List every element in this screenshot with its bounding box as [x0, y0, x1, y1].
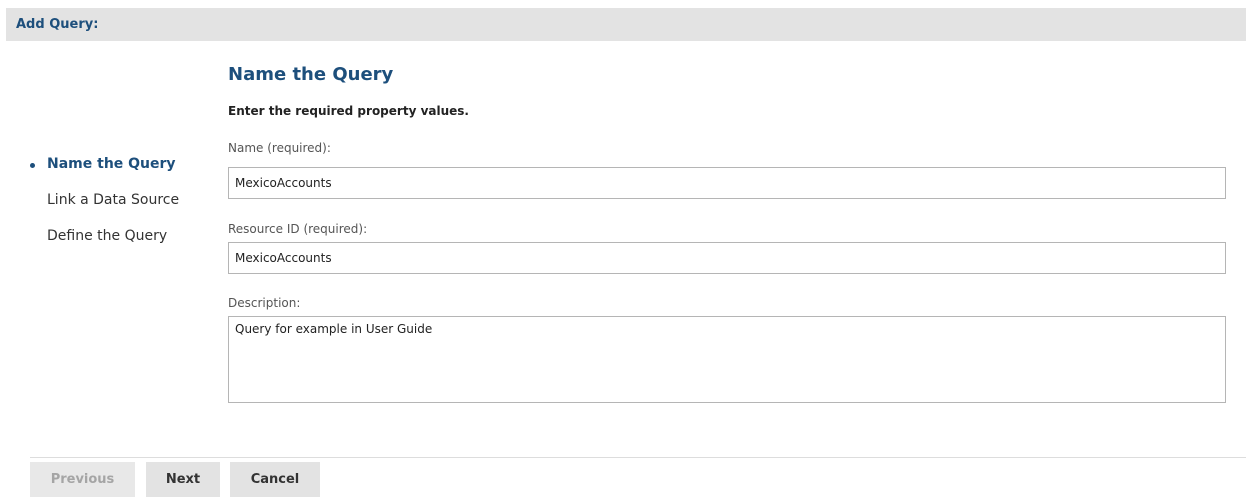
- name-field-label: Name (required):: [228, 141, 331, 155]
- previous-button[interactable]: Previous: [30, 462, 135, 497]
- cancel-button[interactable]: Cancel: [230, 462, 320, 497]
- description-field[interactable]: Query for example in User Guide: [228, 316, 1226, 403]
- description-field-label: Description:: [228, 296, 301, 310]
- step-link-a-data-source[interactable]: Link a Data Source: [30, 189, 210, 225]
- page-title: Name the Query: [228, 64, 394, 85]
- step-label: Define the Query: [47, 228, 168, 244]
- header-bar: Add Query:: [6, 8, 1246, 41]
- step-label: Name the Query: [47, 156, 176, 172]
- step-label: Link a Data Source: [47, 192, 180, 208]
- step-define-the-query[interactable]: Define the Query: [30, 225, 210, 261]
- wizard-steps: Name the Query Link a Data Source Define…: [30, 153, 210, 261]
- main-panel: Name the Query Enter the required proper…: [228, 60, 1226, 403]
- active-step-bullet-icon: [30, 163, 35, 168]
- header-title: Add Query:: [16, 17, 99, 32]
- resource-id-field-label: Resource ID (required):: [228, 222, 368, 236]
- step-name-the-query[interactable]: Name the Query: [30, 153, 210, 189]
- name-field[interactable]: [228, 167, 1226, 199]
- next-button[interactable]: Next: [146, 462, 220, 497]
- footer-divider: [30, 457, 1246, 458]
- resource-id-field[interactable]: [228, 242, 1226, 274]
- instructions-text: Enter the required property values.: [228, 104, 469, 118]
